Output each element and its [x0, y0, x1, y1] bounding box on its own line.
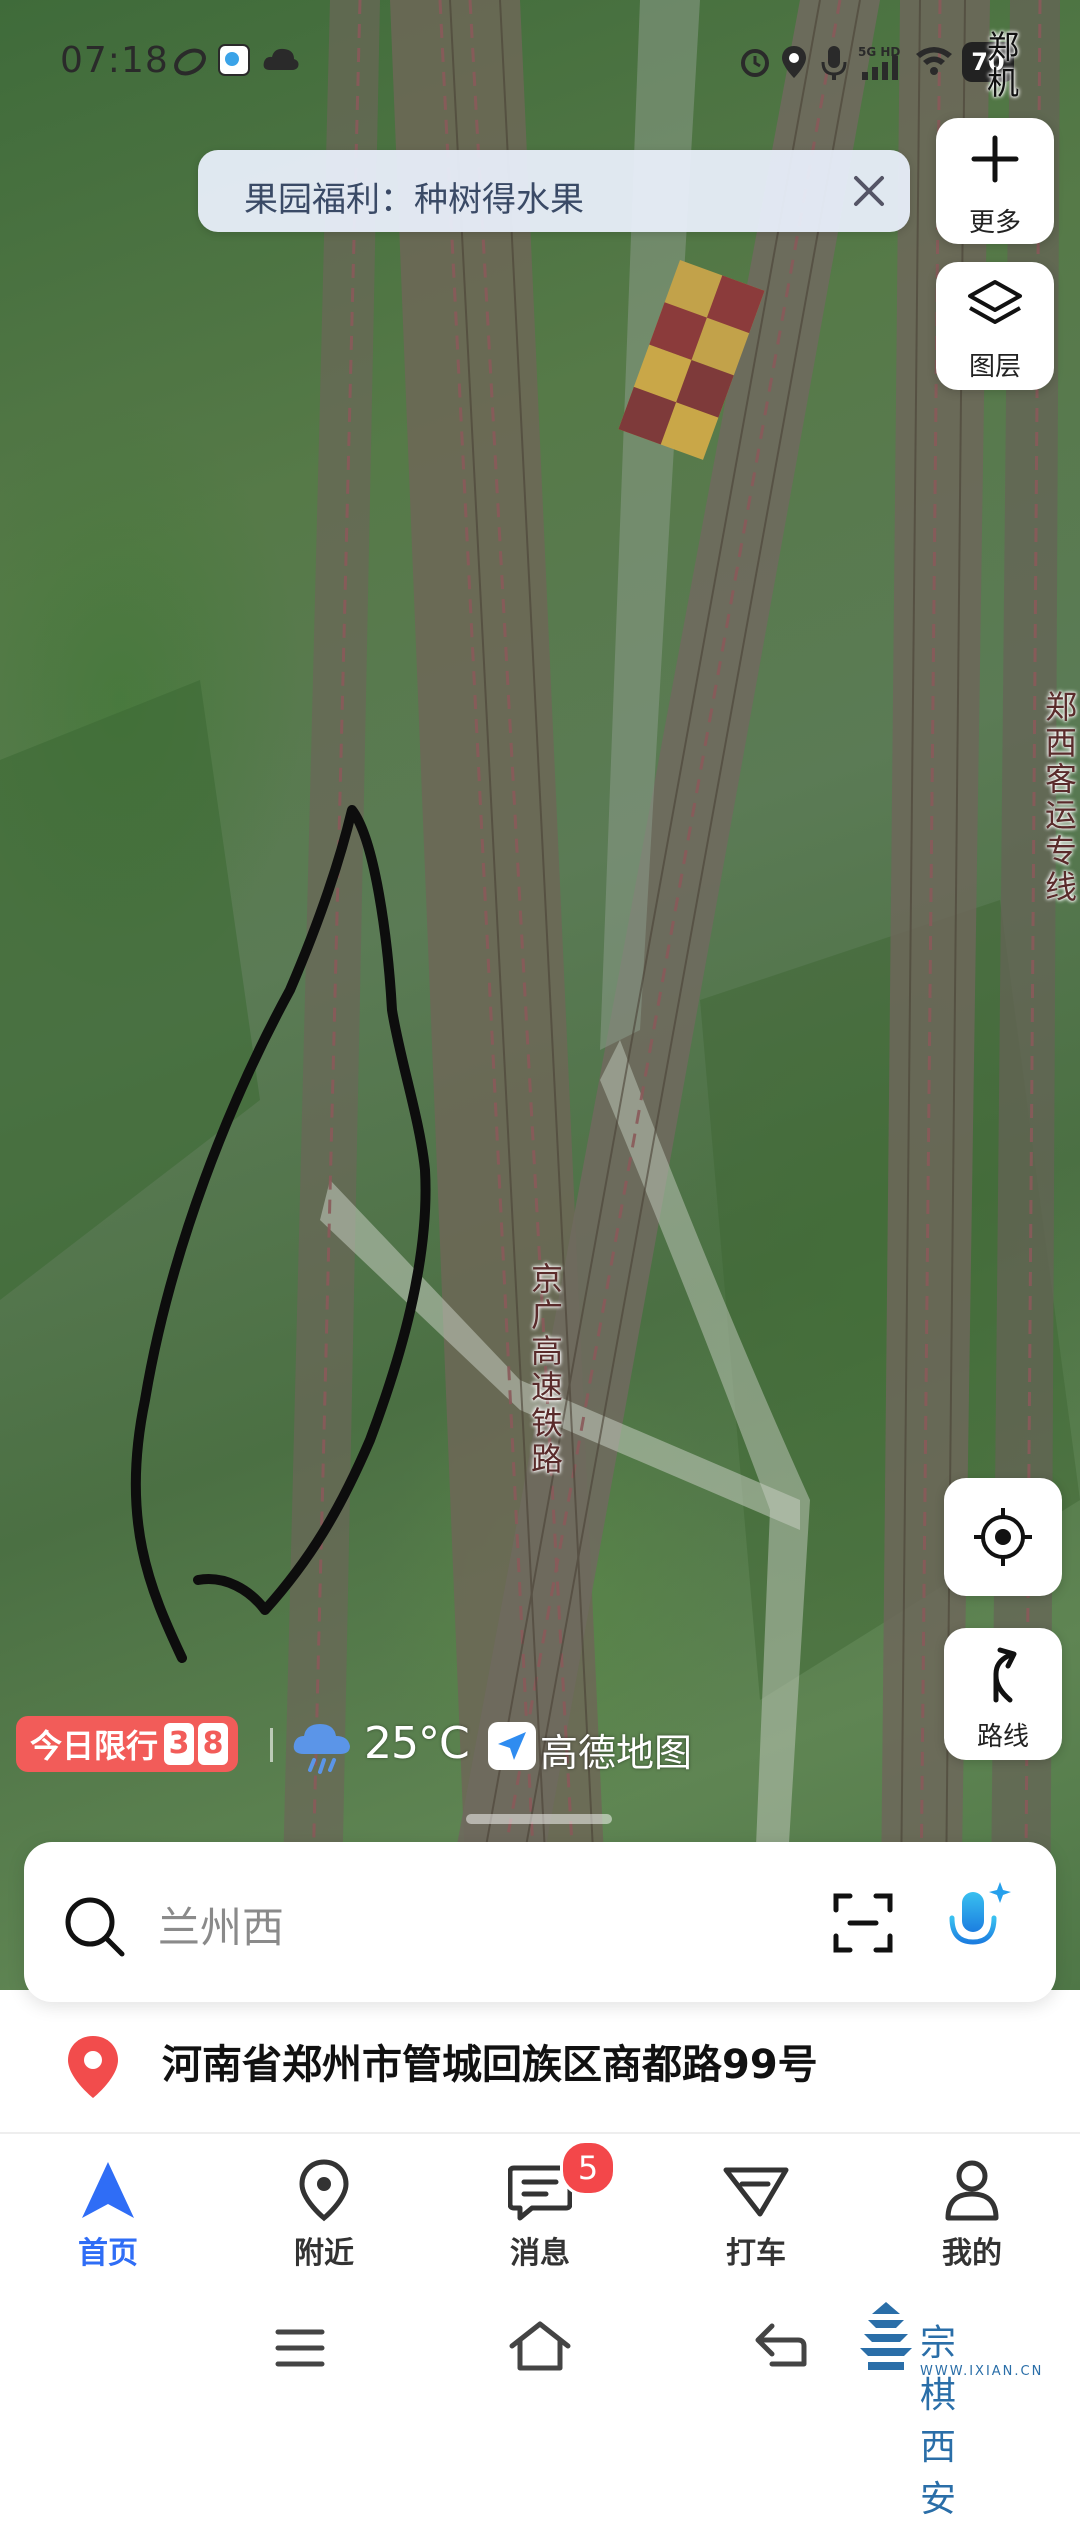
chat-app-icon [218, 44, 250, 76]
layers-icon [968, 280, 1022, 324]
map-terrain [0, 0, 1080, 1990]
route-icon [993, 1647, 1017, 1703]
search-icon [65, 1897, 125, 1957]
more-button[interactable]: 更多 [936, 118, 1054, 244]
tab-nearby[interactable]: 附近 [254, 2150, 394, 2271]
message-badge: 5 [560, 2140, 616, 2196]
back-icon[interactable] [752, 2320, 810, 2370]
cloud-icon [263, 48, 299, 70]
location-pin-icon [68, 2036, 118, 2098]
tab-home-label: 首页 [78, 2236, 138, 2271]
weather-rain-icon[interactable] [292, 1718, 356, 1776]
tab-home[interactable]: 首页 [38, 2150, 178, 2271]
watermark-url: WWW.IXIAN.CN [920, 2364, 1044, 2379]
info-divider [270, 1728, 273, 1762]
navigate-arrow-icon [82, 2162, 134, 2218]
restriction-number-1: 3 [164, 1723, 195, 1765]
tab-taxi[interactable]: 打车 [686, 2150, 826, 2271]
tower-logo-icon [860, 2302, 912, 2370]
route-label: 路线 [976, 1722, 1029, 1752]
tab-me[interactable]: 我的 [902, 2150, 1042, 2271]
tab-messages-label: 消息 [510, 2236, 570, 2271]
satellite-map[interactable]: 07:18 5G HD 70 果园福利：种树得水果 郑机 郑西客运专线 京广高速… [0, 0, 1080, 1990]
home-icon[interactable] [506, 2318, 574, 2374]
map-label-rail-main: 京广高速铁路 [526, 1262, 564, 1478]
wifi-icon [916, 47, 952, 75]
mic-status-icon [821, 46, 847, 80]
location-pin-outline-icon [299, 2159, 349, 2222]
layers-label: 图层 [968, 352, 1021, 382]
plus-icon [971, 135, 1019, 183]
location-status-icon [782, 46, 806, 78]
current-address: 河南省郑州市管城回族区商都路99号 [162, 2042, 818, 2088]
more-label: 更多 [968, 208, 1021, 238]
restriction-label: 今日限行 [30, 1727, 159, 1765]
separator [0, 2132, 1080, 2134]
traffic-restriction-badge[interactable]: 今日限行 3 8 [16, 1716, 239, 1772]
promo-banner[interactable]: 果园福利：种树得水果 [198, 150, 910, 232]
scan-icon[interactable] [832, 1892, 894, 1954]
tab-nearby-label: 附近 [294, 2236, 354, 2271]
voice-mic-icon[interactable] [942, 1878, 1014, 1964]
watermark-name: 宗棋西安 [920, 2323, 957, 2520]
map-label-top-right: 郑机 [982, 30, 1020, 102]
signal-icon: 5G HD [858, 45, 900, 80]
tab-me-label: 我的 [942, 2236, 1002, 2271]
temperature: 25°C [364, 1718, 470, 1769]
layers-button[interactable]: 图层 [936, 262, 1054, 390]
search-input[interactable]: 兰州西 [158, 1894, 284, 1955]
tab-taxi-label: 打车 [726, 2236, 786, 2271]
menu-icon[interactable] [272, 2326, 328, 2370]
close-icon[interactable] [844, 166, 894, 216]
user-icon [945, 2160, 999, 2221]
status-bar: 07:18 5G HD 70 [0, 0, 1080, 120]
search-bar[interactable]: 兰州西 [24, 1842, 1056, 2002]
watermark: 宗棋西安 WWW.IXIAN.CN [860, 2300, 1041, 2520]
locate-icon [974, 1508, 1032, 1566]
route-button[interactable]: 路线 [944, 1628, 1062, 1760]
alarm-icon [741, 49, 769, 77]
current-location-row[interactable]: 河南省郑州市管城回族区商都路99号 [0, 2010, 1080, 2120]
map-label-rail-right: 郑西客运专线 [1040, 690, 1078, 906]
taxi-flag-icon [723, 2167, 789, 2217]
locate-button[interactable] [944, 1478, 1062, 1596]
sheet-grab-handle[interactable] [466, 1814, 612, 1824]
banner-text: 果园福利：种树得水果 [244, 180, 584, 220]
restriction-number-2: 8 [198, 1723, 229, 1765]
brand-name: 高德地图 [540, 1731, 693, 1775]
app-notification-icon [174, 48, 206, 76]
amap-logo-icon [488, 1722, 536, 1770]
status-time: 07:18 [60, 40, 169, 81]
